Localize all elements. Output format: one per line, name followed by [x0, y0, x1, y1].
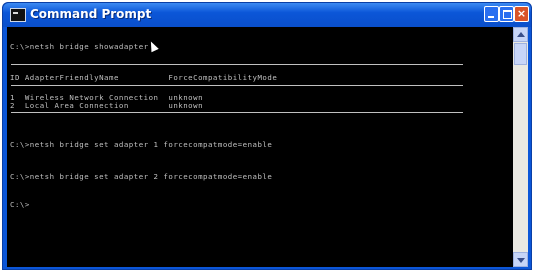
console-output[interactable]: C:\>netsh bridge showadapter ID AdapterF…	[7, 27, 513, 267]
console-line: 2 Local Area Connection unknown	[10, 101, 204, 110]
command-prompt-window: Command Prompt × C:\>netsh bridge showad…	[2, 2, 532, 270]
title-bar[interactable]: Command Prompt ×	[3, 3, 531, 27]
table-divider	[11, 64, 463, 65]
scroll-thumb[interactable]	[514, 43, 527, 65]
vertical-scrollbar[interactable]	[513, 27, 528, 267]
table-divider	[11, 85, 463, 86]
scroll-down-button[interactable]	[513, 252, 528, 267]
minimize-button[interactable]	[484, 6, 499, 22]
console-line: C:\>netsh bridge set adapter 2 forcecomp…	[10, 172, 273, 181]
console-line: C:\>netsh bridge set adapter 1 forcecomp…	[10, 140, 273, 149]
console-line: C:\>	[10, 200, 30, 209]
scroll-up-button[interactable]	[513, 27, 528, 42]
console-line: ID AdapterFriendlyName ForceCompatibilit…	[10, 73, 278, 82]
close-button[interactable]: ×	[514, 6, 529, 22]
maximize-button[interactable]	[499, 6, 514, 22]
window-title: Command Prompt	[30, 7, 152, 21]
console-line: C:\>netsh bridge showadapter	[10, 42, 149, 51]
cmd-icon[interactable]	[10, 8, 26, 22]
table-divider	[11, 112, 463, 113]
